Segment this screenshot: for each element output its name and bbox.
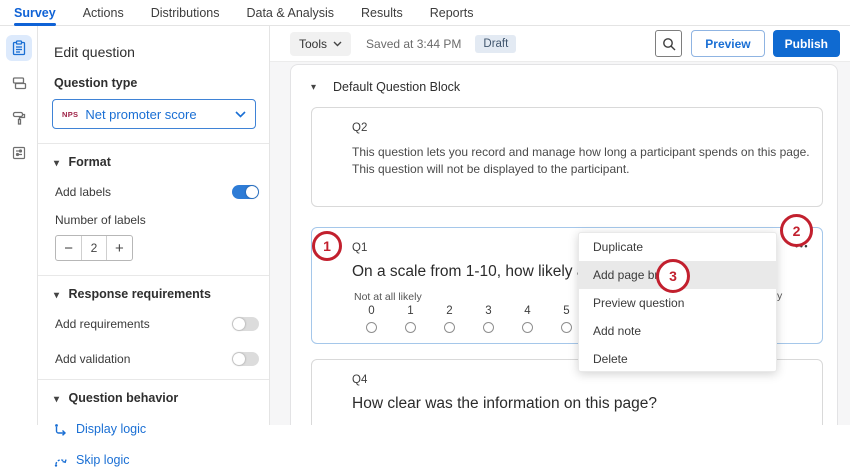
nav-tab-data-analysis[interactable]: Data & Analysis <box>246 0 334 26</box>
question-behavior-section: ▾ Question behavior Display logic Skip l… <box>38 379 269 467</box>
search-icon <box>662 37 676 51</box>
add-requirements-label: Add requirements <box>55 317 150 331</box>
response-requirements-section: ▾ Response requirements Add requirements… <box>38 275 269 366</box>
scale-value: 1 <box>407 305 413 317</box>
icon-rail <box>0 26 38 425</box>
nps-badge: NPS <box>62 110 78 119</box>
block-title[interactable]: Default Question Block <box>333 80 460 94</box>
editor-toolbar: Tools Saved at 3:44 PM Draft Preview Pub… <box>270 26 850 62</box>
blocks-icon[interactable] <box>6 70 32 96</box>
radio-button[interactable] <box>405 322 416 333</box>
scale-value: 4 <box>524 305 530 317</box>
panel-title: Edit question <box>38 26 269 60</box>
annotation-circle-1: 1 <box>312 231 342 261</box>
display-logic-icon <box>54 423 68 436</box>
question-card-q2[interactable]: Q2 This question lets you record and man… <box>311 107 823 207</box>
question-type-label: Question type <box>38 60 269 90</box>
add-validation-label: Add validation <box>55 352 130 366</box>
add-validation-toggle[interactable] <box>232 352 259 366</box>
nav-tab-results[interactable]: Results <box>361 0 403 26</box>
scale-right-label-partial: y <box>777 290 782 302</box>
question-options-menu: Duplicate Add page break Preview questio… <box>578 232 777 372</box>
response-requirements-header[interactable]: ▾ Response requirements <box>38 287 269 301</box>
skip-logic-link[interactable]: Skip logic <box>38 453 269 467</box>
draft-status-badge: Draft <box>475 35 516 53</box>
question-text: How clear was the information on this pa… <box>352 395 822 413</box>
nav-tab-distributions[interactable]: Distributions <box>151 0 220 26</box>
survey-options-icon[interactable] <box>6 140 32 166</box>
radio-button[interactable] <box>366 322 377 333</box>
nav-tab-reports[interactable]: Reports <box>430 0 474 26</box>
publish-button[interactable]: Publish <box>773 30 840 57</box>
annotation-circle-3: 3 <box>656 259 690 293</box>
survey-canvas: ▾ Default Question Block Q2 This questio… <box>270 62 850 425</box>
annotation-circle-2: 2 <box>780 214 813 247</box>
menu-item-delete[interactable]: Delete <box>579 345 776 373</box>
chevron-down-icon <box>333 41 342 47</box>
autosave-status: Saved at 3:44 PM <box>366 37 461 51</box>
number-of-labels-label: Number of labels <box>38 199 269 227</box>
scale-value: 0 <box>368 305 374 317</box>
survey-builder-icon[interactable] <box>6 35 32 61</box>
collapse-caret-icon: ▾ <box>54 158 59 169</box>
menu-item-add-note[interactable]: Add note <box>579 317 776 345</box>
question-text: This question lets you record and manage… <box>352 144 822 179</box>
skip-logic-icon <box>54 454 68 467</box>
menu-item-preview-question[interactable]: Preview question <box>579 289 776 317</box>
collapse-caret-icon: ▾ <box>54 394 59 405</box>
question-id: Q2 <box>352 122 822 134</box>
radio-button[interactable] <box>561 322 572 333</box>
increment-button[interactable]: + <box>107 236 132 260</box>
question-behavior-header[interactable]: ▾ Question behavior <box>38 391 269 405</box>
block-collapse-caret-icon[interactable]: ▾ <box>311 82 316 93</box>
tools-menu-button[interactable]: Tools <box>290 32 351 56</box>
nav-tab-actions[interactable]: Actions <box>83 0 124 26</box>
scale-value: 3 <box>485 305 491 317</box>
preview-button[interactable]: Preview <box>691 30 764 57</box>
add-labels-toggle[interactable] <box>232 185 259 199</box>
collapse-caret-icon: ▾ <box>54 290 59 301</box>
nav-tab-survey[interactable]: Survey <box>14 0 56 26</box>
look-feel-icon[interactable] <box>6 105 32 131</box>
format-section-header[interactable]: ▾ Format <box>38 155 269 169</box>
top-nav: Survey Actions Distributions Data & Anal… <box>0 0 850 26</box>
question-id: Q4 <box>352 374 822 386</box>
scale-value: 2 <box>446 305 452 317</box>
menu-item-duplicate[interactable]: Duplicate <box>579 233 776 261</box>
radio-button[interactable] <box>483 322 494 333</box>
format-section: ▾ Format Add labels Number of labels − 2… <box>38 143 269 261</box>
radio-button[interactable] <box>444 322 455 333</box>
scale-value: 5 <box>563 305 569 317</box>
question-type-value: Net promoter score <box>85 107 235 122</box>
question-type-select[interactable]: NPS Net promoter score <box>52 99 256 129</box>
survey-editor-main: Tools Saved at 3:44 PM Draft Preview Pub… <box>270 26 850 425</box>
edit-question-panel: Edit question Question type NPS Net prom… <box>38 26 270 425</box>
search-button[interactable] <box>655 30 682 57</box>
radio-button[interactable] <box>522 322 533 333</box>
add-labels-label: Add labels <box>55 185 111 199</box>
add-requirements-toggle[interactable] <box>232 317 259 331</box>
number-of-labels-stepper: − 2 + <box>55 235 133 261</box>
number-of-labels-value: 2 <box>81 236 106 260</box>
decrement-button[interactable]: − <box>56 236 81 260</box>
chevron-down-icon <box>235 111 246 118</box>
display-logic-link[interactable]: Display logic <box>38 422 269 436</box>
